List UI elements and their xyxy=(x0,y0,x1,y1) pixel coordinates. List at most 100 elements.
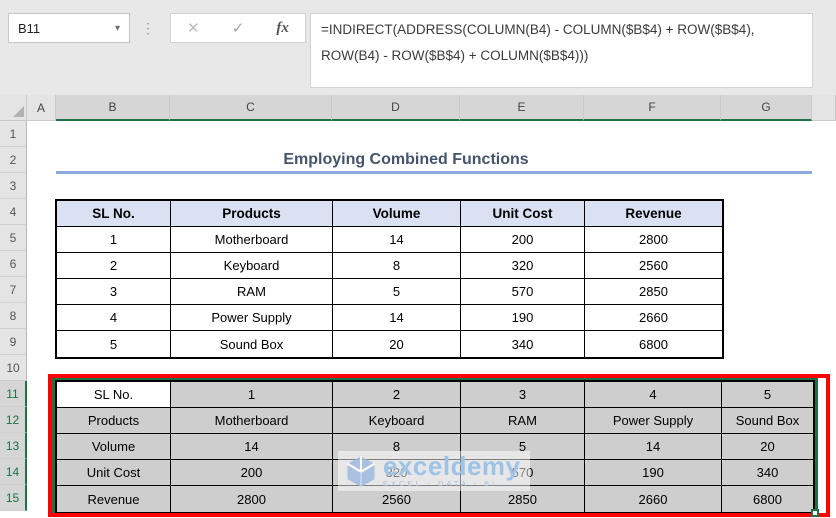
table-cell[interactable]: 340 xyxy=(461,331,585,357)
table-cell[interactable]: 5 xyxy=(333,279,461,305)
table-cell[interactable]: 2800 xyxy=(585,227,722,253)
table-cell[interactable]: 14 xyxy=(585,434,722,460)
table-cell[interactable]: Unit Cost xyxy=(57,460,171,486)
watermark: exceldemy EXCEL - DATA - BI xyxy=(338,451,531,491)
exceldemy-logo-icon xyxy=(346,455,376,487)
table-cell[interactable]: 3 xyxy=(461,382,585,408)
table-cell[interactable]: Motherboard xyxy=(171,408,333,434)
table-cell[interactable]: Products xyxy=(57,408,171,434)
row-header-3[interactable]: 3 xyxy=(0,173,27,199)
column-header-E[interactable]: E xyxy=(460,95,584,121)
header-cell[interactable]: Products xyxy=(171,201,333,227)
row-header-9[interactable]: 9 xyxy=(0,329,27,355)
watermark-brand: exceldemy xyxy=(383,451,521,481)
transposed-table: SL No. 1 2 3 4 5 Products Motherboard Keyboard RA… xyxy=(55,380,815,514)
row-header-10[interactable]: 10 xyxy=(0,355,27,381)
name-box-value: B11 xyxy=(18,20,41,36)
header-cell[interactable]: SL No. xyxy=(57,201,171,227)
table-cell[interactable]: Motherboard xyxy=(171,227,333,253)
row-header-7[interactable]: 7 xyxy=(0,277,27,303)
fill-handle[interactable] xyxy=(811,509,819,517)
row-header-1[interactable]: 1 xyxy=(0,121,27,147)
insert-function-icon[interactable]: fx xyxy=(276,20,289,37)
name-box[interactable]: B11 ▾ xyxy=(8,13,130,43)
row-header-5[interactable]: 5 xyxy=(0,225,27,251)
table-cell[interactable]: Volume xyxy=(57,434,171,460)
select-all-corner[interactable] xyxy=(0,95,27,121)
enter-icon[interactable]: ✓ xyxy=(232,19,245,37)
row-header-4[interactable]: 4 xyxy=(0,199,27,225)
worksheet: ABCDEFG 1 2 3 4 5 6 7 8 9 10 11 12 13 14 15 Employing … xyxy=(0,95,836,518)
formula-line-1: =INDIRECT(ADDRESS(COLUMN(B4) - COLUMN($B… xyxy=(321,22,755,37)
table-cell[interactable]: RAM xyxy=(171,279,333,305)
table-cell[interactable]: Sound Box xyxy=(171,331,333,357)
row-header-2[interactable]: 2 xyxy=(0,147,27,173)
formula-line-2: ROW(B4) - ROW($B$4) + COLUMN($B$4))) xyxy=(321,48,589,63)
row-header-13[interactable]: 13 xyxy=(0,433,27,459)
kebab-divider-icon: ⋮ xyxy=(141,19,155,36)
name-box-dropdown-icon[interactable]: ▾ xyxy=(115,23,120,34)
table-cell[interactable]: 20 xyxy=(333,331,461,357)
row-header-12[interactable]: 12 xyxy=(0,407,27,433)
table-cell[interactable]: 340 xyxy=(722,460,813,486)
table-cell[interactable]: 3 xyxy=(57,279,171,305)
header-cell[interactable]: Revenue xyxy=(585,201,722,227)
table-cell[interactable]: 14 xyxy=(171,434,333,460)
table-cell[interactable]: 4 xyxy=(585,382,722,408)
table-cell[interactable]: 2850 xyxy=(585,279,722,305)
formula-buttons: ✕ ✓ fx xyxy=(170,13,306,43)
table-cell[interactable]: 190 xyxy=(461,305,585,331)
table-cell[interactable]: 1 xyxy=(171,382,333,408)
column-header-D[interactable]: D xyxy=(332,95,460,121)
table-cell[interactable]: 14 xyxy=(333,305,461,331)
sheet-title-cell[interactable]: Employing Combined Functions xyxy=(56,147,756,173)
row-header-11[interactable]: 11 xyxy=(0,381,27,407)
header-cell[interactable]: Volume xyxy=(333,201,461,227)
table-cell[interactable]: 1 xyxy=(57,227,171,253)
formula-input[interactable]: =INDIRECT(ADDRESS(COLUMN(B4) - COLUMN($B… xyxy=(310,13,813,88)
table-cell[interactable]: Keyboard xyxy=(333,408,461,434)
source-table: SL No. Products Volume Unit Cost Revenue 1 Mot… xyxy=(55,199,724,359)
table-cell[interactable]: 2660 xyxy=(585,486,722,512)
table-cell[interactable]: Power Supply xyxy=(585,408,722,434)
table-cell[interactable]: 200 xyxy=(171,460,333,486)
table-cell[interactable]: 570 xyxy=(461,279,585,305)
table-cell[interactable]: 20 xyxy=(722,434,813,460)
table-cell[interactable]: 6800 xyxy=(722,486,813,512)
table-cell[interactable]: 2660 xyxy=(585,305,722,331)
column-header-partial[interactable] xyxy=(812,95,836,121)
table-cell[interactable]: 190 xyxy=(585,460,722,486)
table-cell[interactable]: 6800 xyxy=(585,331,722,357)
column-header-C[interactable]: C xyxy=(170,95,332,121)
table-cell[interactable]: 2 xyxy=(57,253,171,279)
formula-bar-area: B11 ▾ ⋮ ✕ ✓ fx =INDIRECT(ADDRESS(COLUMN(… xyxy=(0,0,836,95)
table-cell[interactable]: Power Supply xyxy=(171,305,333,331)
table-cell[interactable]: 8 xyxy=(333,253,461,279)
cancel-icon[interactable]: ✕ xyxy=(187,19,200,37)
column-header-A[interactable]: A xyxy=(27,95,56,121)
table-cell[interactable]: 14 xyxy=(333,227,461,253)
table-cell[interactable]: 320 xyxy=(461,253,585,279)
table-cell[interactable]: 200 xyxy=(461,227,585,253)
column-header-F[interactable]: F xyxy=(584,95,721,121)
table-cell[interactable]: RAM xyxy=(461,408,585,434)
table-cell[interactable]: 2560 xyxy=(585,253,722,279)
table-cell[interactable]: 5 xyxy=(722,382,813,408)
table-cell[interactable]: 2 xyxy=(333,382,461,408)
table-cell[interactable]: Keyboard xyxy=(171,253,333,279)
table-cell[interactable]: SL No. xyxy=(57,382,171,408)
header-cell[interactable]: Unit Cost xyxy=(461,201,585,227)
column-header-G[interactable]: G xyxy=(721,95,812,121)
column-headers: ABCDEFG xyxy=(0,95,836,121)
row-header-14[interactable]: 14 xyxy=(0,459,27,485)
table-cell[interactable]: 5 xyxy=(57,331,171,357)
table-cell[interactable]: Revenue xyxy=(57,486,171,512)
row-header-8[interactable]: 8 xyxy=(0,303,27,329)
table-cell[interactable]: 4 xyxy=(57,305,171,331)
table-cell[interactable]: Sound Box xyxy=(722,408,813,434)
table-cell[interactable]: 2800 xyxy=(171,486,333,512)
column-header-B[interactable]: B xyxy=(56,95,170,121)
row-header-6[interactable]: 6 xyxy=(0,251,27,277)
row-header-15[interactable]: 15 xyxy=(0,485,27,511)
watermark-tagline: EXCEL - DATA - BI xyxy=(383,479,498,488)
